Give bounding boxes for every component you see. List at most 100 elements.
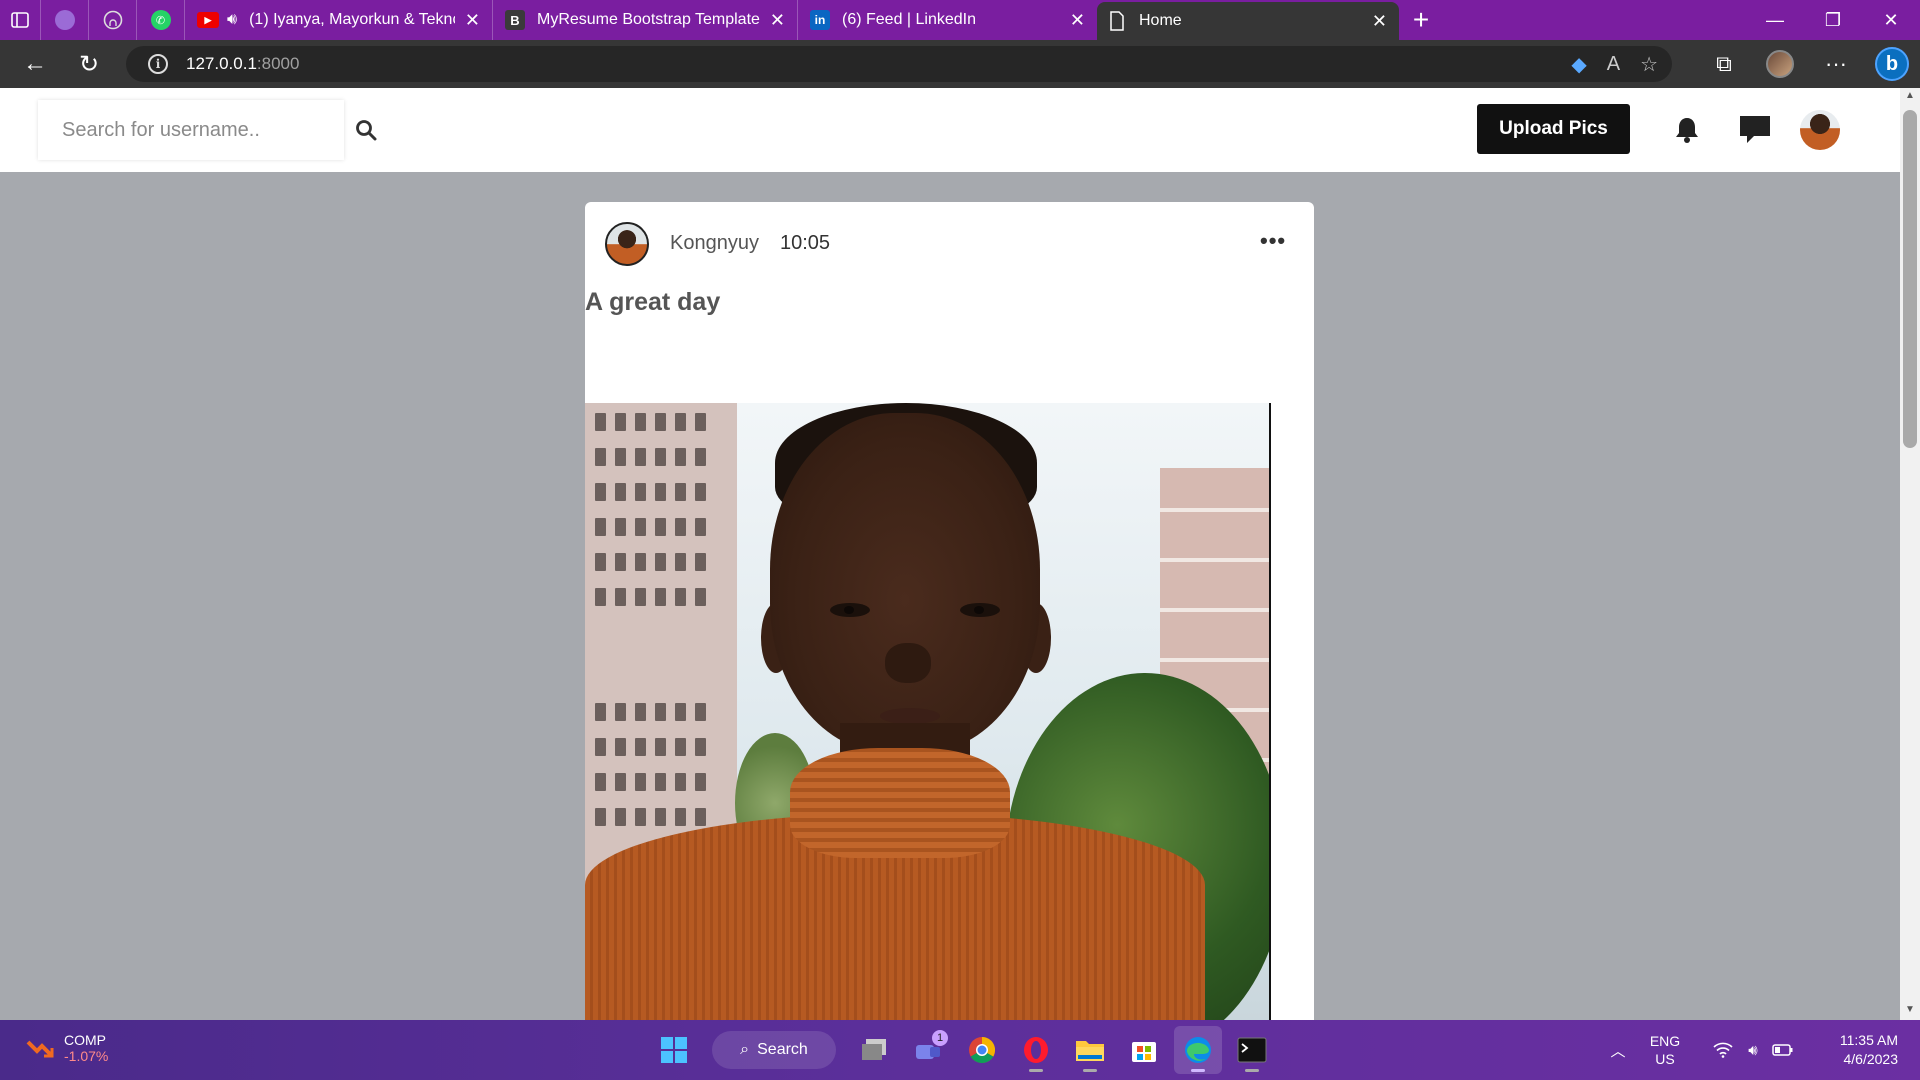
store-icon xyxy=(1132,1042,1156,1062)
windows-taskbar: COMP -1.07% ⌕ Search 1 ︿ ENG US 🔊︎ 11:35… xyxy=(0,1020,1920,1080)
volume-icon[interactable]: 🔊︎ xyxy=(1738,1042,1768,1059)
search-icon: ⌕ xyxy=(740,1041,750,1058)
shopping-tag-icon[interactable]: ◆ xyxy=(1571,52,1586,77)
clock-date: 4/6/2023 xyxy=(1843,1051,1899,1067)
wifi-icon[interactable] xyxy=(1708,1042,1738,1058)
whatsapp-icon: ✆ xyxy=(150,10,171,30)
tab-label: MyResume Bootstrap Template - xyxy=(537,11,760,28)
close-tab-icon[interactable]: ✕ xyxy=(1070,10,1085,31)
refresh-button[interactable]: ↻ xyxy=(62,40,116,88)
speaker-icon[interactable]: 🔊︎ xyxy=(227,11,237,29)
task-view-icon xyxy=(862,1039,886,1060)
add-favorite-icon[interactable]: ☆ xyxy=(1640,52,1658,77)
post-username[interactable]: Kongnyuy xyxy=(670,232,759,255)
github-icon xyxy=(103,10,122,30)
windows-start-icon xyxy=(661,1037,687,1063)
profile-button[interactable] xyxy=(1752,40,1808,88)
language-indicator[interactable]: ENG US xyxy=(1638,1032,1692,1068)
more-icon[interactable]: ··· xyxy=(1808,40,1864,88)
terminal-icon xyxy=(1237,1037,1267,1063)
edge-icon xyxy=(1185,1037,1211,1063)
tab-home[interactable]: Home ✕ xyxy=(1097,2,1399,40)
pinned-tab-github[interactable] xyxy=(88,0,136,40)
post-title: A great day xyxy=(585,288,721,316)
sidebar-tabs-icon[interactable] xyxy=(0,0,40,40)
opera-button[interactable] xyxy=(1012,1026,1060,1074)
teams-button[interactable]: 1 xyxy=(904,1026,952,1074)
stock-change: -1.07% xyxy=(64,1048,109,1064)
chevron-up-icon[interactable]: ︿ xyxy=(1598,1040,1638,1061)
read-aloud-icon[interactable]: A xyxy=(1607,53,1620,76)
chrome-button[interactable] xyxy=(958,1026,1006,1074)
tab-label: (6) Feed | LinkedIn xyxy=(842,11,977,28)
restore-button[interactable]: ❐ xyxy=(1804,0,1862,40)
terminal-button[interactable] xyxy=(1228,1026,1276,1074)
page-viewport: Upload Pics Kongnyuy 10:05 ••• A great d… xyxy=(0,88,1900,1020)
teams-badge: 1 xyxy=(932,1030,948,1046)
profile-icon xyxy=(1766,50,1794,78)
page-scrollbar[interactable]: ▲ ▼ xyxy=(1900,88,1920,1020)
browser-toolbar: ← ↻ i 127.0.0.1:8000 ◆ A ☆ ⧉ ··· b xyxy=(0,40,1920,88)
copilot-tab-icon xyxy=(54,10,75,30)
pinned-tab-whatsapp[interactable]: ✆ xyxy=(136,0,184,40)
tab-label: (1) Iyanya, Mayorkun & Tekno xyxy=(249,11,455,28)
close-window-button[interactable]: ✕ xyxy=(1862,0,1920,40)
page-icon xyxy=(1110,11,1124,31)
tab-youtube[interactable]: ▶ 🔊︎ (1) Iyanya, Mayorkun & Tekno ✕ xyxy=(184,0,492,40)
opera-icon xyxy=(1024,1037,1048,1063)
bing-button[interactable]: b xyxy=(1864,40,1920,88)
scroll-up-icon[interactable]: ▲ xyxy=(1900,90,1920,104)
url-port: :8000 xyxy=(256,54,300,73)
start-button[interactable] xyxy=(650,1026,698,1074)
taskbar-search-button[interactable]: ⌕ Search xyxy=(712,1031,836,1069)
bing-icon: b xyxy=(1875,47,1909,81)
tab-linkedin[interactable]: in (6) Feed | LinkedIn ✕ xyxy=(797,0,1097,40)
task-view-button[interactable] xyxy=(850,1026,898,1074)
edge-button[interactable] xyxy=(1174,1026,1222,1074)
url-host: 127.0.0.1 xyxy=(186,54,257,73)
post-time: 10:05 xyxy=(780,232,831,254)
battery-icon[interactable] xyxy=(1768,1043,1798,1057)
close-tab-icon[interactable]: ✕ xyxy=(770,10,785,31)
post-photo[interactable] xyxy=(585,403,1271,1020)
file-explorer-button[interactable] xyxy=(1066,1026,1114,1074)
post-card: Kongnyuy 10:05 ••• A great day xyxy=(585,202,1314,1020)
stock-widget[interactable]: COMP -1.07% xyxy=(26,1032,108,1064)
back-button[interactable]: ← xyxy=(8,40,62,88)
close-tab-icon[interactable]: ✕ xyxy=(1372,11,1387,32)
new-tab-button[interactable]: + xyxy=(1399,0,1443,40)
post-options-icon[interactable]: ••• xyxy=(1260,228,1286,254)
refresh-icon: ↻ xyxy=(78,50,100,78)
info-icon[interactable]: i xyxy=(148,54,168,74)
stock-down-icon xyxy=(26,1040,54,1058)
file-explorer-icon xyxy=(1076,1041,1104,1061)
user-avatar[interactable] xyxy=(1800,110,1840,150)
tab-label: Home xyxy=(1139,12,1182,29)
collections-icon[interactable]: ⧉ xyxy=(1696,40,1752,88)
youtube-icon: ▶ xyxy=(197,12,219,28)
minimize-button[interactable]: — xyxy=(1746,0,1804,40)
store-button[interactable] xyxy=(1120,1026,1168,1074)
stock-name: COMP xyxy=(64,1032,106,1048)
lang-line1: ENG xyxy=(1649,1033,1681,1049)
upload-pics-button[interactable]: Upload Pics xyxy=(1477,104,1630,154)
taskbar-search-label: Search xyxy=(757,1041,808,1058)
post-author-avatar[interactable] xyxy=(605,222,649,266)
scroll-down-icon[interactable]: ▼ xyxy=(1900,1004,1920,1018)
chat-icon[interactable] xyxy=(1738,114,1772,146)
system-clock[interactable]: 11:35 AM 4/6/2023 xyxy=(1808,1031,1898,1069)
chrome-icon xyxy=(969,1036,996,1064)
browser-tab-strip: ✆ ▶ 🔊︎ (1) Iyanya, Mayorkun & Tekno ✕ B … xyxy=(0,0,1920,40)
window-controls: — ❐ ✕ xyxy=(1746,0,1920,40)
bootstrap-icon: B xyxy=(505,10,525,30)
scroll-thumb[interactable] xyxy=(1903,110,1917,448)
username-search-input[interactable] xyxy=(38,100,344,160)
address-bar[interactable]: i 127.0.0.1:8000 ◆ A ☆ xyxy=(126,46,1672,82)
linkedin-icon: in xyxy=(810,10,830,30)
tab-myresume[interactable]: B MyResume Bootstrap Template - ✕ xyxy=(492,0,797,40)
back-icon: ← xyxy=(23,50,47,77)
search-icon[interactable] xyxy=(354,118,378,142)
pinned-tab-copilot[interactable] xyxy=(40,0,88,40)
close-tab-icon[interactable]: ✕ xyxy=(465,10,480,31)
bell-icon[interactable] xyxy=(1675,116,1699,144)
